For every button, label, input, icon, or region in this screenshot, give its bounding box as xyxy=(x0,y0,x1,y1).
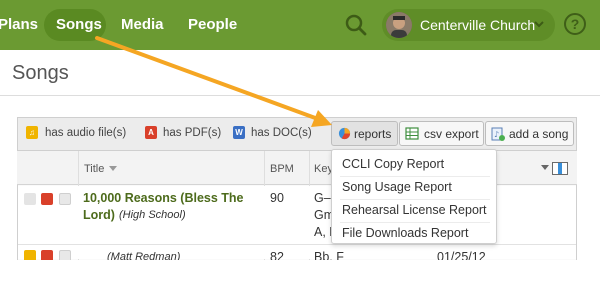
bottom-fade xyxy=(0,260,600,299)
add-song-button[interactable]: ♪ add a song xyxy=(485,121,574,146)
reports-dropdown-menu: CCLI Copy Report Song Usage Report Rehea… xyxy=(331,149,497,244)
table-row[interactable] xyxy=(18,245,576,259)
song-title[interactable]: 10,000 Reasons (Bless The xyxy=(83,191,244,205)
doc-icon: W xyxy=(233,126,245,139)
add-song-icon: ♪ xyxy=(491,127,505,141)
csv-export-button[interactable]: csv export xyxy=(399,121,484,146)
filter-has-pdf[interactable]: has PDF(s) xyxy=(163,127,221,139)
pdf-icon: A xyxy=(145,126,157,139)
chevron-down-icon xyxy=(534,21,544,28)
doc-icon xyxy=(59,193,71,205)
reports-button[interactable]: reports xyxy=(331,121,398,146)
csv-export-label: csv export xyxy=(424,127,479,141)
page-title: Songs xyxy=(12,62,69,84)
column-header-bpm[interactable]: BPM xyxy=(270,163,294,175)
pie-chart-icon xyxy=(338,127,351,140)
add-song-label: add a song xyxy=(509,127,569,141)
reports-label: reports xyxy=(354,127,392,141)
menu-item-rehearsal-license-report[interactable]: Rehearsal License Report xyxy=(342,203,487,217)
nav-link-people[interactable]: People xyxy=(188,16,237,33)
audio-file-icon: ♫ xyxy=(26,126,38,139)
column-header-title[interactable]: Title xyxy=(84,163,104,175)
pdf-icon[interactable] xyxy=(41,193,53,205)
search-icon[interactable] xyxy=(344,13,368,37)
nav-link-plans[interactable]: Plans xyxy=(0,16,38,33)
columns-toggle-icon[interactable] xyxy=(552,162,568,175)
song-key: G– xyxy=(314,191,331,205)
svg-text:♪: ♪ xyxy=(494,130,499,139)
song-bpm: 90 xyxy=(270,191,284,205)
church-switcher[interactable]: Centerville Church xyxy=(382,9,555,41)
filter-has-doc[interactable]: has DOC(s) xyxy=(251,127,312,139)
church-name: Centerville Church xyxy=(420,17,536,33)
song-arrangement: (High School) xyxy=(119,209,186,221)
spreadsheet-icon xyxy=(405,127,419,140)
title-divider xyxy=(0,95,600,96)
avatar xyxy=(386,12,412,38)
menu-item-ccli-copy-report[interactable]: CCLI Copy Report xyxy=(342,157,444,171)
menu-divider xyxy=(340,176,490,177)
help-icon[interactable]: ? xyxy=(564,13,586,35)
nav-link-media[interactable]: Media xyxy=(121,16,164,33)
song-title-continued[interactable]: Lord) xyxy=(83,208,115,222)
sort-down-icon xyxy=(109,166,117,171)
filter-has-audio[interactable]: has audio file(s) xyxy=(45,127,126,139)
menu-item-song-usage-report[interactable]: Song Usage Report xyxy=(342,180,452,194)
menu-divider xyxy=(340,222,490,223)
column-menu-icon[interactable] xyxy=(541,165,549,171)
menu-item-file-downloads-report[interactable]: File Downloads Report xyxy=(342,226,468,240)
nav-link-songs[interactable]: Songs xyxy=(56,16,102,33)
audio-file-icon xyxy=(24,193,36,205)
menu-divider xyxy=(340,199,490,200)
